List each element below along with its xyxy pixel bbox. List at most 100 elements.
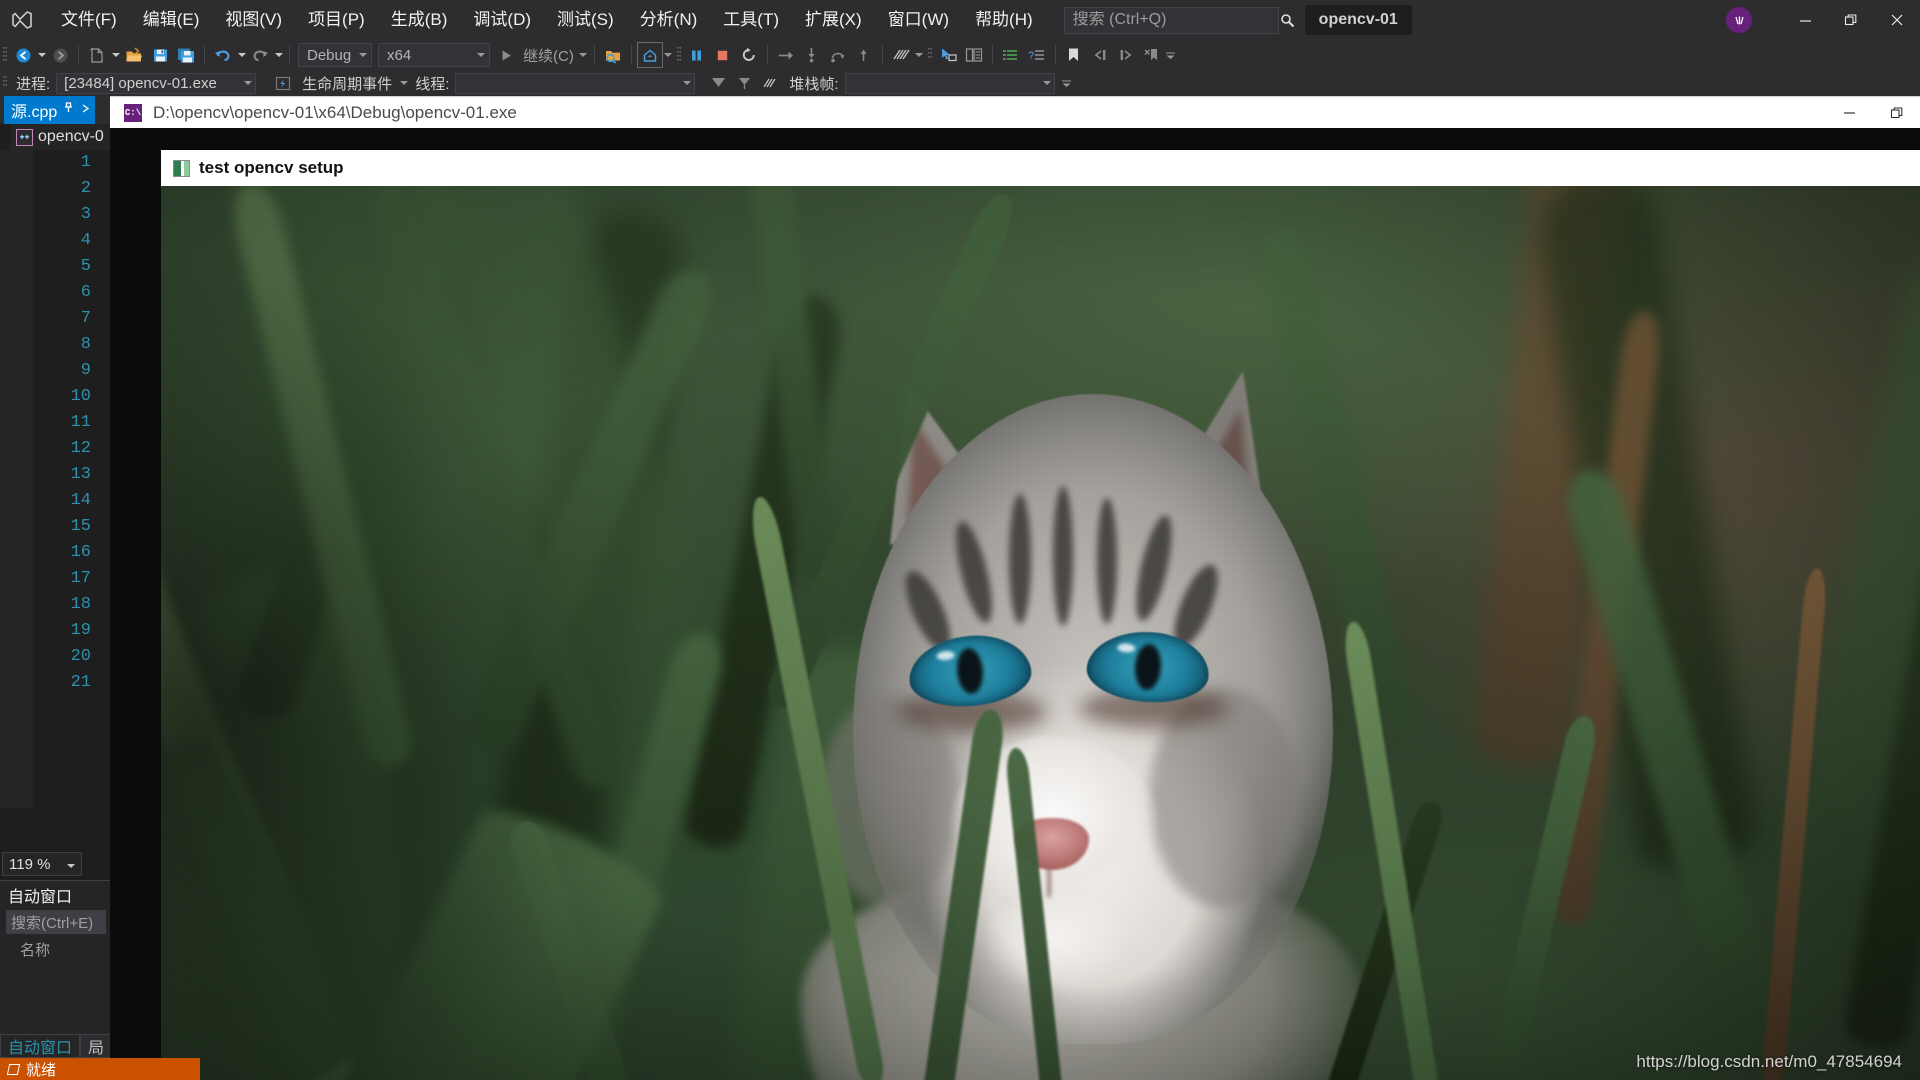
pause-icon[interactable]	[684, 42, 710, 68]
toolbar-separator	[631, 45, 632, 65]
solution-configuration-dropdown[interactable]: Debug	[298, 43, 372, 67]
step-into-icon[interactable]	[799, 42, 825, 68]
breakpoints-dropdown[interactable]	[914, 52, 925, 58]
step-over-icon[interactable]	[825, 42, 851, 68]
show-next-statement-icon[interactable]	[773, 42, 799, 68]
flag-filtered-icon[interactable]	[731, 70, 757, 96]
menu-analyze[interactable]: 分析(N)	[627, 0, 711, 40]
flag-icon[interactable]	[705, 70, 731, 96]
bookmark-icon[interactable]	[1061, 42, 1087, 68]
lifecycle-events-icon[interactable]	[270, 70, 296, 96]
menu-edit[interactable]: 编辑(E)	[130, 0, 213, 40]
navigate-back-icon[interactable]	[10, 42, 36, 68]
line-number: 17	[34, 566, 100, 592]
hot-reload-dropdown[interactable]	[663, 52, 674, 58]
new-file-dropdown[interactable]	[110, 52, 121, 58]
continue-label[interactable]: 继续(C)	[519, 45, 578, 66]
menu-build[interactable]: 生成(B)	[378, 0, 461, 40]
toolbar-grip[interactable]	[0, 44, 10, 66]
line-number: 18	[34, 592, 100, 618]
menu-view[interactable]: 视图(V)	[212, 0, 295, 40]
process-value: [23484] opencv-01.exe	[64, 75, 244, 92]
autos-search-input[interactable]: 搜索(Ctrl+E)	[6, 910, 106, 934]
menu-extensions[interactable]: 扩展(X)	[792, 0, 875, 40]
tab-autos[interactable]: 自动窗口	[0, 1034, 80, 1058]
select-pointer-icon[interactable]	[935, 42, 961, 68]
opencv-image-window: test opencv setup	[161, 150, 1920, 1080]
restore-button[interactable]	[1828, 0, 1874, 40]
tab-close-icon[interactable]	[80, 101, 91, 119]
title-bar: 文件(F) 编辑(E) 视图(V) 项目(P) 生成(B) 调试(D) 测试(S…	[0, 0, 1920, 40]
menu-tools[interactable]: 工具(T)	[710, 0, 792, 40]
start-dropdown[interactable]	[578, 52, 589, 58]
editor-gutter: 123456789101112131415161718192021	[0, 150, 110, 808]
compare-files-icon[interactable]	[961, 42, 987, 68]
close-button[interactable]	[1874, 0, 1920, 40]
toolbar-separator	[882, 45, 883, 65]
open-file-icon[interactable]	[121, 42, 147, 68]
avatar[interactable]	[1726, 7, 1752, 33]
zoom-level-label: 119 %	[9, 856, 67, 873]
navigate-back-dropdown[interactable]	[36, 52, 47, 58]
line-number: 2	[34, 176, 100, 202]
menu-window[interactable]: 窗口(W)	[875, 0, 962, 40]
console-restore-button[interactable]	[1873, 97, 1920, 129]
toolbar-overflow[interactable]	[1165, 51, 1176, 60]
breakpoints-icon[interactable]	[888, 42, 914, 68]
console-minimize-button[interactable]	[1826, 97, 1873, 129]
debugbar-grip[interactable]	[0, 72, 10, 94]
menu-file[interactable]: 文件(F)	[48, 0, 130, 40]
zoom-level-dropdown[interactable]: 119 %	[2, 852, 82, 876]
tab-locals[interactable]: 局	[80, 1034, 112, 1058]
menu-project[interactable]: 项目(P)	[295, 0, 378, 40]
lifecycle-events-label[interactable]: 生命周期事件	[296, 73, 398, 94]
editor-column: 源.cpp	[0, 96, 110, 1080]
minimize-button[interactable]	[1782, 0, 1828, 40]
toolbar-grip[interactable]	[925, 44, 935, 66]
comment-icon[interactable]	[998, 42, 1024, 68]
save-icon[interactable]	[147, 42, 173, 68]
indicator-margin[interactable]	[0, 150, 34, 808]
line-number: 16	[34, 540, 100, 566]
attach-process-icon[interactable]	[600, 42, 626, 68]
new-file-icon[interactable]	[84, 42, 110, 68]
previous-bookmark-icon[interactable]	[1087, 42, 1113, 68]
step-out-icon[interactable]	[851, 42, 877, 68]
undo-icon[interactable]	[210, 42, 236, 68]
tab-label: 源.cpp	[11, 98, 57, 122]
stack-frame-dropdown[interactable]	[845, 73, 1055, 94]
start-debugging-play-icon[interactable]	[493, 42, 519, 68]
menu-test[interactable]: 测试(S)	[544, 0, 627, 40]
quick-launch-search[interactable]	[1064, 7, 1279, 34]
next-bookmark-icon[interactable]	[1113, 42, 1139, 68]
breadcrumb[interactable]: opencv-0	[10, 124, 110, 150]
line-number: 9	[34, 358, 100, 384]
stack-frame-toggle-icon[interactable]	[757, 70, 783, 96]
line-number: 5	[34, 254, 100, 280]
toolbar-grip[interactable]	[674, 44, 684, 66]
clear-bookmarks-icon[interactable]	[1139, 42, 1165, 68]
redo-icon[interactable]	[247, 42, 273, 68]
redo-dropdown[interactable]	[273, 52, 284, 58]
search-input[interactable]	[1065, 11, 1280, 29]
visual-studio-window: 文件(F) 编辑(E) 视图(V) 项目(P) 生成(B) 调试(D) 测试(S…	[0, 0, 1920, 1080]
restart-icon[interactable]	[736, 42, 762, 68]
save-all-icon[interactable]	[173, 42, 199, 68]
menu-help[interactable]: 帮助(H)	[962, 0, 1046, 40]
thread-dropdown[interactable]	[455, 73, 695, 94]
toolbar-separator	[204, 45, 205, 65]
hot-reload-icon[interactable]	[637, 42, 663, 68]
tab-source-cpp[interactable]: 源.cpp	[4, 96, 95, 124]
navigate-forward-icon[interactable]	[47, 42, 73, 68]
status-bar: 就绪	[0, 1058, 200, 1080]
undo-dropdown[interactable]	[236, 52, 247, 58]
stop-debugging-icon[interactable]	[710, 42, 736, 68]
process-dropdown[interactable]: [23484] opencv-01.exe	[56, 73, 256, 94]
uncomment-icon[interactable]: ?	[1024, 42, 1050, 68]
menu-debug[interactable]: 调试(D)	[460, 0, 544, 40]
pin-icon[interactable]	[62, 101, 75, 119]
debugbar-overflow[interactable]	[1061, 79, 1072, 88]
solution-platform-dropdown[interactable]: x64	[378, 43, 490, 67]
debug-location-toolbar: 进程: [23484] opencv-01.exe 生命周期事件 线程:	[0, 70, 1920, 96]
lifecycle-dropdown[interactable]	[398, 80, 409, 86]
